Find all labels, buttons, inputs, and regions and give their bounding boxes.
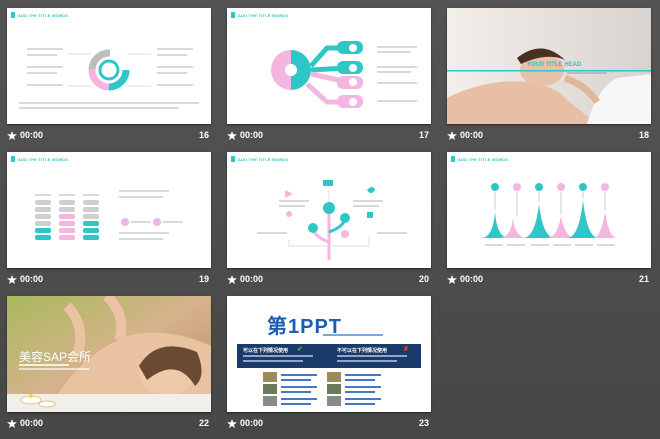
slide-time: 00:00 [20,130,44,140]
slide-number: 16 [198,130,209,140]
slide-time: 00:00 [240,418,264,428]
qr-and-links [263,372,381,406]
slide-thumbnail-23[interactable]: 第1PPT 可以在下列情况使用 ✔ 不可以在下列情况使用 ✘ [227,296,431,412]
slide-thumbnail-22[interactable]: 美容SAP会所 [7,296,211,412]
slide-heading: 美容SAP会所 [19,350,92,364]
slide-thumbnail-17[interactable]: ADD THE TITLE WORDS [227,8,431,124]
slide-time: 00:00 [460,130,484,140]
slide-number: 18 [638,130,649,140]
slide-time: 00:00 [460,274,484,284]
slide-number: 20 [418,274,429,284]
slide-heading: YOUR TITLE HEAD [527,62,582,68]
transition-star-icon[interactable] [7,274,17,284]
transition-star-icon[interactable] [227,130,237,140]
slide-meta-16: 00:00 16 [7,128,211,144]
slide-meta-20: 00:00 20 [227,272,431,288]
slide-thumbnail-19[interactable]: ADD THE TITLE WORDS [7,152,211,268]
slide-number: 19 [198,274,209,284]
slide-time: 00:00 [20,274,44,284]
slide-thumbnail-18[interactable]: YOUR TITLE HEAD [447,8,651,124]
tree-diagram [285,180,375,260]
slide-meta-17: 00:00 17 [227,128,431,144]
slide-number: 21 [638,274,649,284]
check-icon: ✔ [297,346,303,353]
slide-thumbnail-20[interactable]: ADD THE TITLE WORDS [227,152,431,268]
stacked-bars [35,200,161,240]
slide-number: 23 [418,418,429,428]
slide-number: 17 [418,130,429,140]
usage-banner: 可以在下列情况使用 ✔ 不可以在下列情况使用 ✘ [237,344,421,368]
slide-sorter-grid: ADD THE TITLE WORDS 00:00 16 ADD THE TIT… [0,0,660,439]
slide-time: 00:00 [240,130,264,140]
transition-star-icon[interactable] [227,274,237,284]
slide-thumbnail-16[interactable]: ADD THE TITLE WORDS [7,8,211,124]
can-use-label: 可以在下列情况使用 [243,348,289,354]
slide-meta-18: 00:00 18 [447,128,651,144]
slide-number: 22 [198,418,209,428]
transition-star-icon[interactable] [7,130,17,140]
slide-meta-21: 00:00 21 [447,272,651,288]
transition-star-icon[interactable] [447,274,457,284]
slide-time: 00:00 [240,274,264,284]
slide-meta-23: 00:00 23 [227,416,431,432]
transition-star-icon[interactable] [7,418,17,428]
peak-chart [481,183,617,238]
cannot-use-label: 不可以在下列情况使用 [337,348,388,354]
cross-icon: ✘ [403,346,409,353]
slide-time: 00:00 [20,418,44,428]
slide-meta-19: 00:00 19 [7,272,211,288]
slide-meta-22: 00:00 22 [7,416,211,432]
transition-star-icon[interactable] [227,418,237,428]
transition-star-icon[interactable] [447,130,457,140]
slide-thumbnail-21[interactable]: ADD THE TITLE WORDS [447,152,651,268]
